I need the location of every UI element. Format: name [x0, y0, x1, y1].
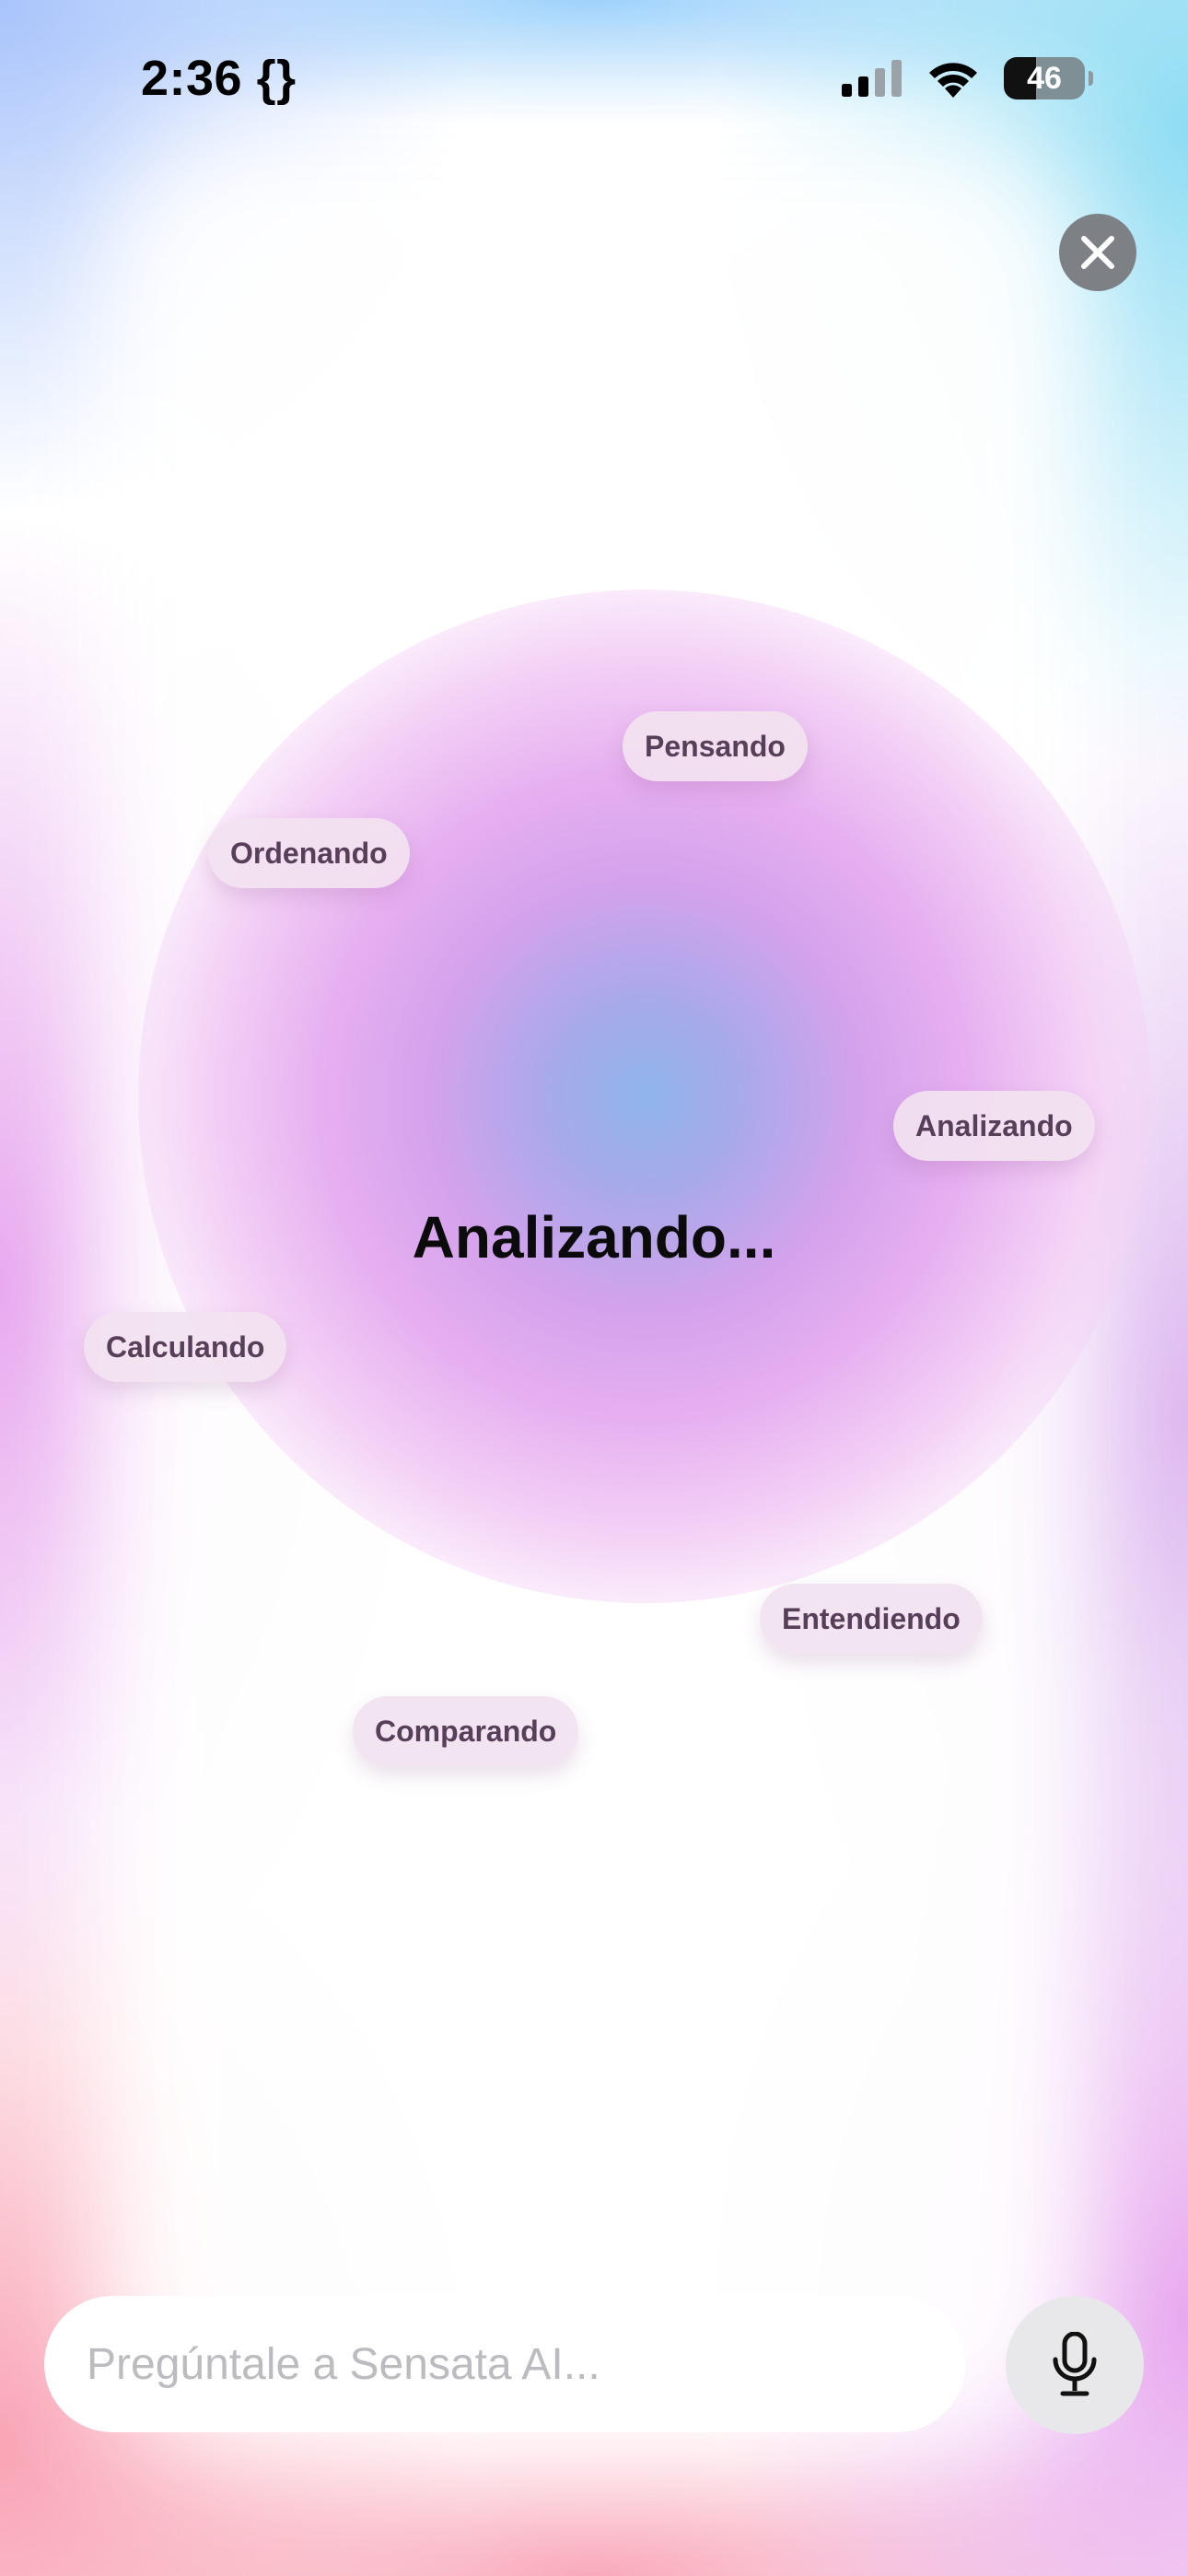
- microphone-icon: [1053, 2332, 1097, 2396]
- thinking-chip-pensando: Pensando: [623, 711, 808, 781]
- screen: 2:36 {} 46 Pensando Ordenando Analizando…: [0, 0, 1188, 2576]
- close-button[interactable]: [1059, 214, 1136, 291]
- wifi-icon: [929, 63, 977, 98]
- thinking-chip-comparando: Comparando: [353, 1696, 579, 1766]
- status-icons: 46: [842, 57, 1093, 100]
- thinking-chip-analizando: Analizando: [893, 1091, 1095, 1161]
- close-icon: [1081, 236, 1114, 269]
- cellular-signal-icon: [842, 60, 902, 97]
- thinking-chip-entendiendo: Entendiendo: [760, 1584, 983, 1654]
- prompt-input[interactable]: [85, 2337, 917, 2391]
- microphone-button[interactable]: [1006, 2296, 1144, 2434]
- status-time: 2:36 {}: [141, 51, 297, 106]
- battery-icon: 46: [1004, 57, 1093, 100]
- thinking-chip-ordenando: Ordenando: [208, 818, 410, 888]
- thinking-chip-calculando: Calculando: [84, 1312, 287, 1382]
- prompt-input-container: [44, 2296, 965, 2432]
- analyzing-status-text: Analizando...: [412, 1204, 776, 1270]
